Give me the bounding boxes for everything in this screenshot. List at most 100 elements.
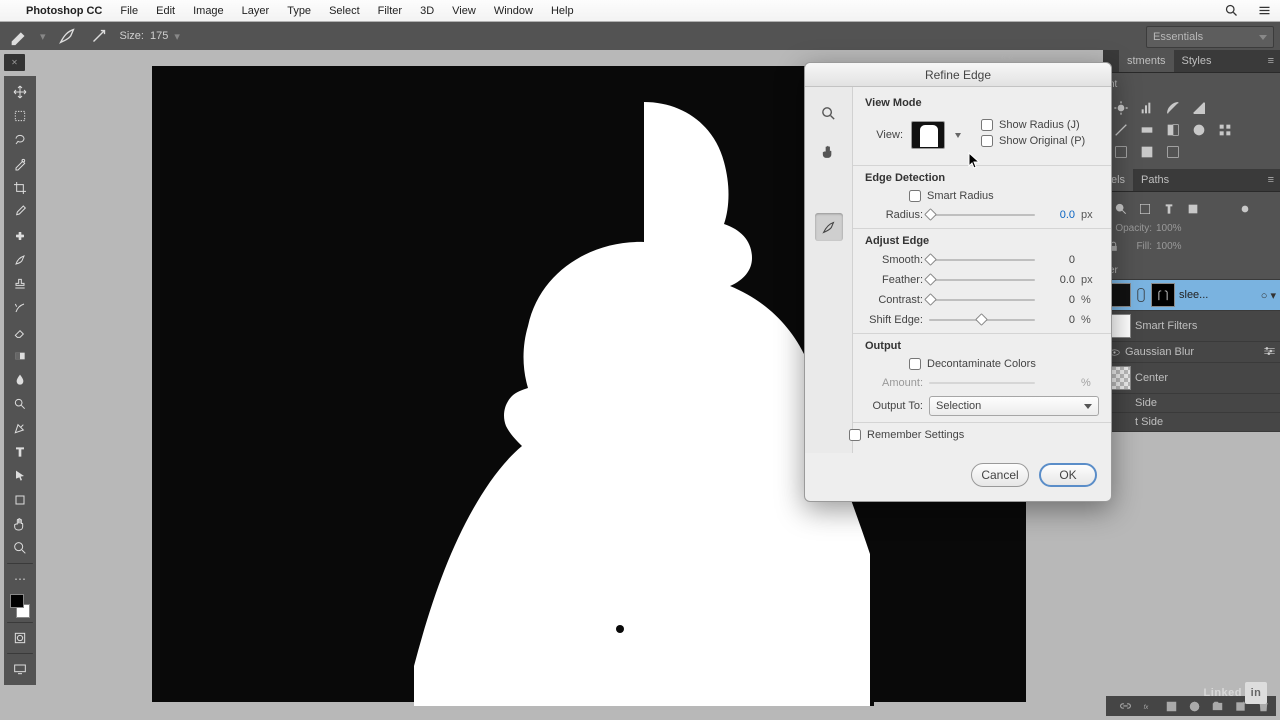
screen-mode-icon[interactable] — [8, 658, 32, 680]
show-original-checkbox[interactable] — [981, 135, 993, 147]
layer-row[interactable]: Center — [1103, 363, 1280, 394]
smart-radius-checkbox[interactable] — [909, 190, 921, 202]
brush-toggle-icon[interactable] — [88, 25, 110, 47]
layer-row[interactable]: ⎧ ⎫ slee... ○ ▾ — [1103, 280, 1280, 311]
decontaminate-checkbox[interactable] — [909, 358, 921, 370]
tab-paths[interactable]: Paths — [1133, 169, 1177, 191]
contrast-slider[interactable] — [929, 293, 1035, 307]
menu-layer[interactable]: Layer — [242, 5, 270, 17]
dialog-title: Refine Edge — [805, 63, 1111, 87]
threshold-icon[interactable] — [1165, 144, 1181, 160]
color-swatch[interactable] — [10, 594, 30, 618]
type-layer-icon[interactable] — [1161, 201, 1177, 217]
menu-3d[interactable]: 3D — [420, 5, 434, 17]
output-select[interactable]: Selection — [929, 396, 1099, 416]
healing-tool[interactable] — [8, 225, 32, 247]
ok-button[interactable]: OK — [1039, 463, 1097, 487]
menu-window[interactable]: Window — [494, 5, 533, 17]
vibrance-icon[interactable] — [1113, 122, 1129, 138]
layer-row[interactable]: Side — [1103, 394, 1280, 413]
zoom-tool[interactable] — [815, 99, 843, 127]
layer-row[interactable]: Smart Filters — [1103, 311, 1280, 342]
crop-tool[interactable] — [8, 177, 32, 199]
menu-filter[interactable]: Filter — [378, 5, 402, 17]
pen-tool[interactable] — [8, 417, 32, 439]
type-tool[interactable] — [8, 441, 32, 463]
layer-row[interactable]: t Side — [1103, 413, 1280, 432]
hue-icon[interactable] — [1139, 122, 1155, 138]
blend-options-icon[interactable] — [1263, 346, 1276, 359]
smooth-slider[interactable] — [929, 253, 1035, 267]
panel-menu-icon[interactable]: ≡ — [1262, 50, 1280, 72]
menu-edit[interactable]: Edit — [156, 5, 175, 17]
brightness-icon[interactable] — [1113, 100, 1129, 116]
tab-styles[interactable]: Styles — [1174, 50, 1220, 72]
hand-tool[interactable] — [815, 137, 843, 165]
menu-type[interactable]: Type — [287, 5, 311, 17]
layer-row[interactable]: Gaussian Blur — [1103, 342, 1280, 363]
quick-mask-icon[interactable] — [8, 627, 32, 649]
radius-value[interactable]: 0.0 — [1041, 209, 1075, 221]
menu-help[interactable]: Help — [551, 5, 574, 17]
options-bar: ▾ Size: 175 ▾ — [0, 22, 1280, 50]
radius-slider[interactable] — [929, 208, 1035, 222]
eyedropper-tool[interactable] — [8, 201, 32, 223]
zoom-tool[interactable] — [8, 537, 32, 559]
view-label: View: — [865, 129, 903, 141]
quick-select-tool[interactable] — [8, 153, 32, 175]
view-thumb[interactable] — [911, 121, 945, 149]
photo-filter-icon[interactable] — [1191, 122, 1207, 138]
menu-file[interactable]: File — [120, 5, 138, 17]
menu-image[interactable]: Image — [193, 5, 224, 17]
shape-tool[interactable] — [8, 489, 32, 511]
show-radius-checkbox[interactable] — [981, 119, 993, 131]
bw-icon[interactable] — [1165, 122, 1181, 138]
expand-panels-icon[interactable]: » — [20, 50, 1280, 62]
menu-list-icon[interactable] — [1257, 3, 1272, 18]
history-brush-tool[interactable] — [8, 297, 32, 319]
gradient-tool[interactable] — [8, 345, 32, 367]
view-dropdown-icon[interactable] — [953, 121, 963, 149]
tab-adjustments[interactable]: stments — [1119, 50, 1174, 72]
channel-mixer-icon[interactable] — [1217, 122, 1233, 138]
path-select-tool[interactable] — [8, 465, 32, 487]
invert-icon[interactable] — [1113, 144, 1129, 160]
stamp-tool[interactable] — [8, 273, 32, 295]
hand-tool[interactable] — [8, 513, 32, 535]
size-value[interactable]: 175 — [150, 30, 168, 42]
workspace-switcher[interactable]: Essentials — [1146, 26, 1274, 48]
blur-tool[interactable] — [8, 369, 32, 391]
panel-menu-icon[interactable]: ≡ — [1262, 169, 1280, 191]
feather-slider[interactable] — [929, 273, 1035, 287]
lasso-tool[interactable] — [8, 129, 32, 151]
tool-preset-icon[interactable] — [8, 25, 30, 47]
move-tool[interactable] — [8, 81, 32, 103]
doc-tab-close-icon[interactable]: ✕ — [4, 54, 25, 71]
edit-toolbar[interactable]: ⋯ — [8, 568, 32, 590]
curves-icon[interactable] — [1165, 100, 1181, 116]
menu-select[interactable]: Select — [329, 5, 360, 17]
remember-checkbox[interactable] — [849, 429, 861, 441]
layer-filter-icon[interactable] — [1137, 201, 1153, 217]
shape-layer-icon[interactable] — [1185, 201, 1201, 217]
brush-preset-icon[interactable] — [56, 25, 78, 47]
link-layers-icon[interactable] — [1119, 700, 1132, 713]
marquee-tool[interactable] — [8, 105, 32, 127]
app-name[interactable]: Photoshop CC — [26, 5, 102, 17]
edge-detection-header: Edge Detection — [865, 172, 1099, 184]
eraser-tool[interactable] — [8, 321, 32, 343]
brush-tool[interactable] — [8, 249, 32, 271]
menu-view[interactable]: View — [452, 5, 476, 17]
filter-icon[interactable] — [1113, 201, 1129, 217]
posterize-icon[interactable] — [1139, 144, 1155, 160]
levels-icon[interactable] — [1139, 100, 1155, 116]
refine-radius-tool[interactable] — [815, 213, 843, 241]
spotlight-icon[interactable] — [1224, 3, 1239, 18]
shift-slider[interactable] — [929, 313, 1035, 327]
exposure-icon[interactable] — [1191, 100, 1207, 116]
dodge-tool[interactable] — [8, 393, 32, 415]
size-dropdown-icon[interactable]: ▾ — [174, 30, 180, 43]
side-panels: stments Styles ≡ nt — [1103, 50, 1280, 720]
cancel-button[interactable]: Cancel — [971, 463, 1029, 487]
toggle-icon[interactable] — [1237, 201, 1253, 217]
